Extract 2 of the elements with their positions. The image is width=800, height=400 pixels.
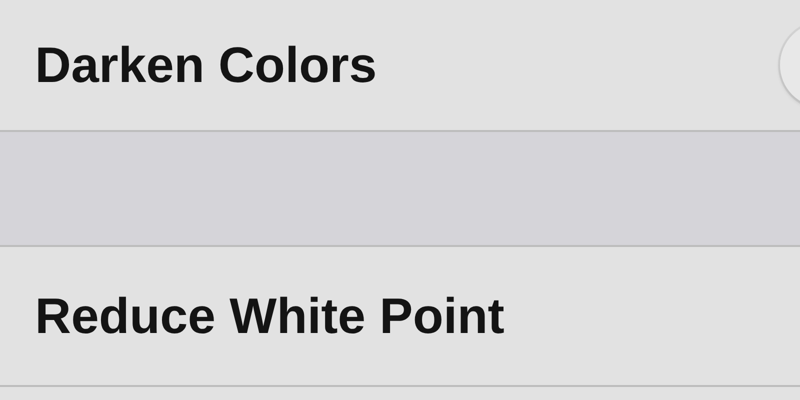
setting-label[interactable]: Reduce White Point <box>35 287 504 345</box>
setting-label: Darken Colors <box>35 36 377 94</box>
